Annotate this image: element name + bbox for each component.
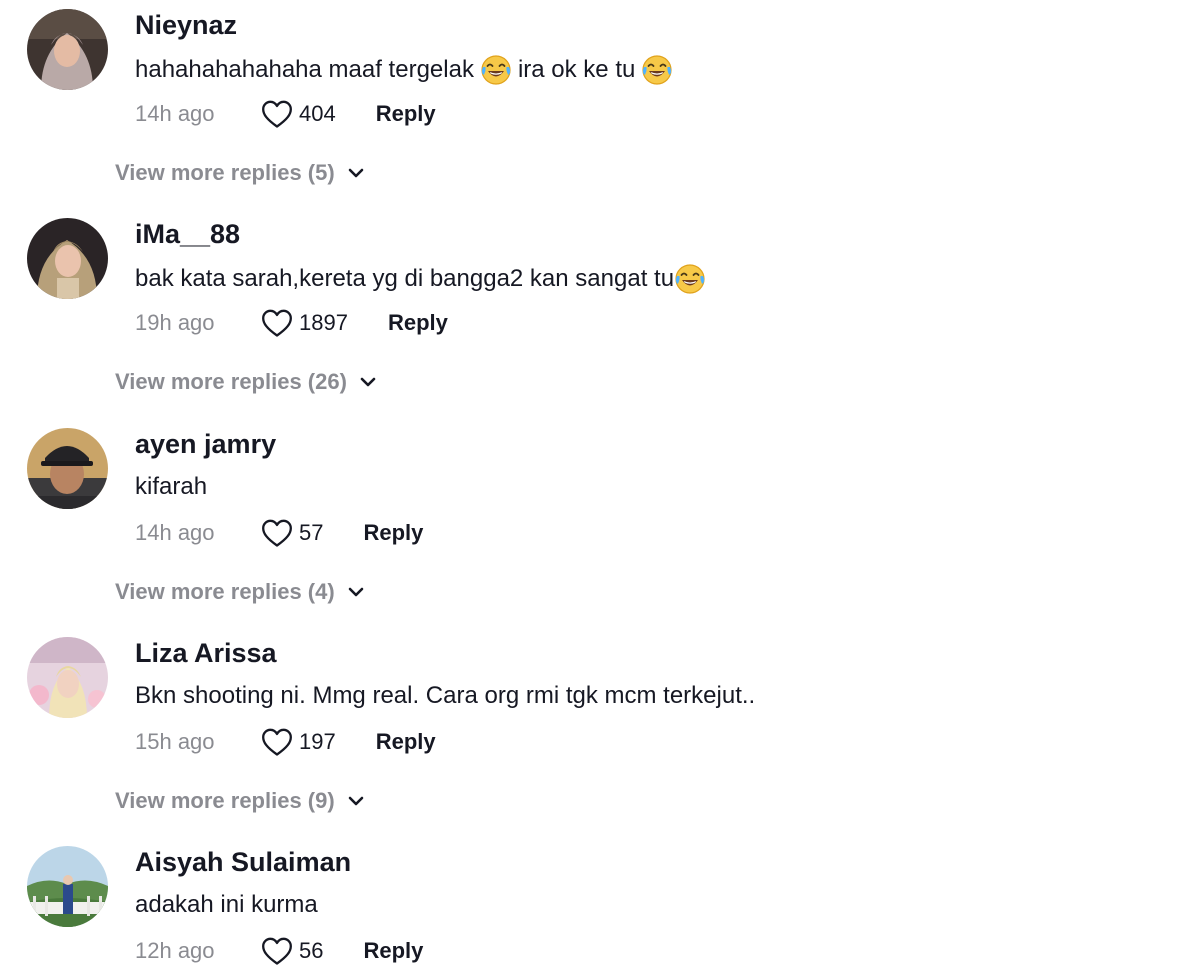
heart-outline-icon[interactable] [261, 99, 293, 129]
comment-item: ayen jamry kifarah 14h ago 57 Reply View… [0, 419, 1200, 629]
view-more-replies-button[interactable]: View more replies (4) [115, 579, 365, 605]
reply-button[interactable]: Reply [376, 101, 436, 127]
like-button[interactable]: 56 [261, 936, 323, 966]
comment-timestamp: 14h ago [135, 101, 215, 126]
view-more-replies-button[interactable]: View more replies (26) [115, 369, 377, 395]
like-count: 57 [299, 520, 324, 545]
comment-text: bak kata sarah,kereta yg di bangga2 kan … [135, 263, 712, 295]
comment-text: adakah ini kurma [135, 891, 318, 919]
comment-username[interactable]: ayen jamry [135, 429, 276, 460]
comment-timestamp: 12h ago [135, 938, 215, 963]
comment-username[interactable]: Nieynaz [135, 10, 237, 41]
like-count: 56 [299, 938, 324, 963]
face-with-tears-of-joy-emoji [480, 54, 512, 86]
comment-text-part: Bkn shooting ni. Mmg real. Cara org rmi … [135, 682, 756, 709]
chevron-down-icon [347, 586, 365, 598]
comment-username[interactable]: Aisyah Sulaiman [135, 847, 351, 878]
comment-username[interactable]: Liza Arissa [135, 638, 277, 669]
comment-item: Nieynaz hahahahahahaha maaf tergelak ira… [0, 0, 1200, 210]
comment-text-part: adakah ini kurma [135, 891, 318, 918]
comment-text: hahahahahahaha maaf tergelak ira ok ke t… [135, 54, 679, 86]
reply-button[interactable]: Reply [363, 938, 423, 964]
view-more-replies-button[interactable]: View more replies (9) [115, 788, 365, 814]
comment-text: Bkn shooting ni. Mmg real. Cara org rmi … [135, 682, 755, 710]
like-count: 197 [299, 729, 336, 754]
view-more-replies-label: View more replies (9) [115, 788, 335, 813]
view-more-replies-label: View more replies (4) [115, 579, 335, 604]
like-count: 404 [299, 101, 336, 126]
like-button[interactable]: 404 [261, 99, 336, 129]
comment-timestamp: 19h ago [135, 310, 215, 335]
avatar[interactable] [27, 637, 108, 718]
avatar[interactable] [27, 846, 108, 927]
heart-outline-icon[interactable] [261, 518, 293, 548]
comment-item: Liza Arissa Bkn shooting ni. Mmg real. C… [0, 628, 1200, 838]
comment-text-part: bak kata sarah,kereta yg di bangga2 kan … [135, 265, 675, 292]
comment-text-part: kifarah [135, 473, 208, 500]
reply-button[interactable]: Reply [388, 310, 448, 336]
comment-text: kifarah [135, 473, 207, 501]
comment-username[interactable]: iMa__88 [135, 219, 240, 250]
like-button[interactable]: 197 [261, 727, 336, 757]
comment-meta: 14h ago 57 Reply [135, 515, 423, 551]
chevron-down-icon [347, 795, 365, 807]
comment-meta: 15h ago 197 Reply [135, 724, 436, 760]
avatar[interactable] [27, 218, 108, 299]
face-with-tears-of-joy-emoji [674, 263, 706, 295]
comment-item: Aisyah Sulaiman adakah ini kurma 12h ago… [0, 837, 1200, 980]
view-more-replies-label: View more replies (5) [115, 160, 335, 185]
view-more-replies-label: View more replies (26) [115, 369, 347, 394]
comment-item: iMa__88 bak kata sarah,kereta yg di bang… [0, 209, 1200, 419]
like-button[interactable]: 1897 [261, 308, 348, 338]
comment-meta: 19h ago 1897 Reply [135, 305, 448, 341]
like-count: 1897 [299, 310, 348, 335]
heart-outline-icon[interactable] [261, 727, 293, 757]
face-with-tears-of-joy-emoji [641, 54, 673, 86]
avatar[interactable] [27, 428, 108, 509]
comment-meta: 14h ago 404 Reply [135, 96, 436, 132]
comment-meta: 12h ago 56 Reply [135, 933, 423, 969]
comment-text-part: hahahahahahaha maaf tergelak [135, 56, 474, 83]
reply-button[interactable]: Reply [376, 729, 436, 755]
view-more-replies-button[interactable]: View more replies (5) [115, 160, 365, 186]
chevron-down-icon [359, 376, 377, 388]
comment-text-part: ira ok ke tu [517, 56, 636, 83]
heart-outline-icon[interactable] [261, 936, 293, 966]
avatar[interactable] [27, 9, 108, 90]
like-button[interactable]: 57 [261, 518, 323, 548]
heart-outline-icon[interactable] [261, 308, 293, 338]
reply-button[interactable]: Reply [363, 520, 423, 546]
comment-timestamp: 14h ago [135, 520, 215, 545]
comment-timestamp: 15h ago [135, 729, 215, 754]
chevron-down-icon [347, 167, 365, 179]
